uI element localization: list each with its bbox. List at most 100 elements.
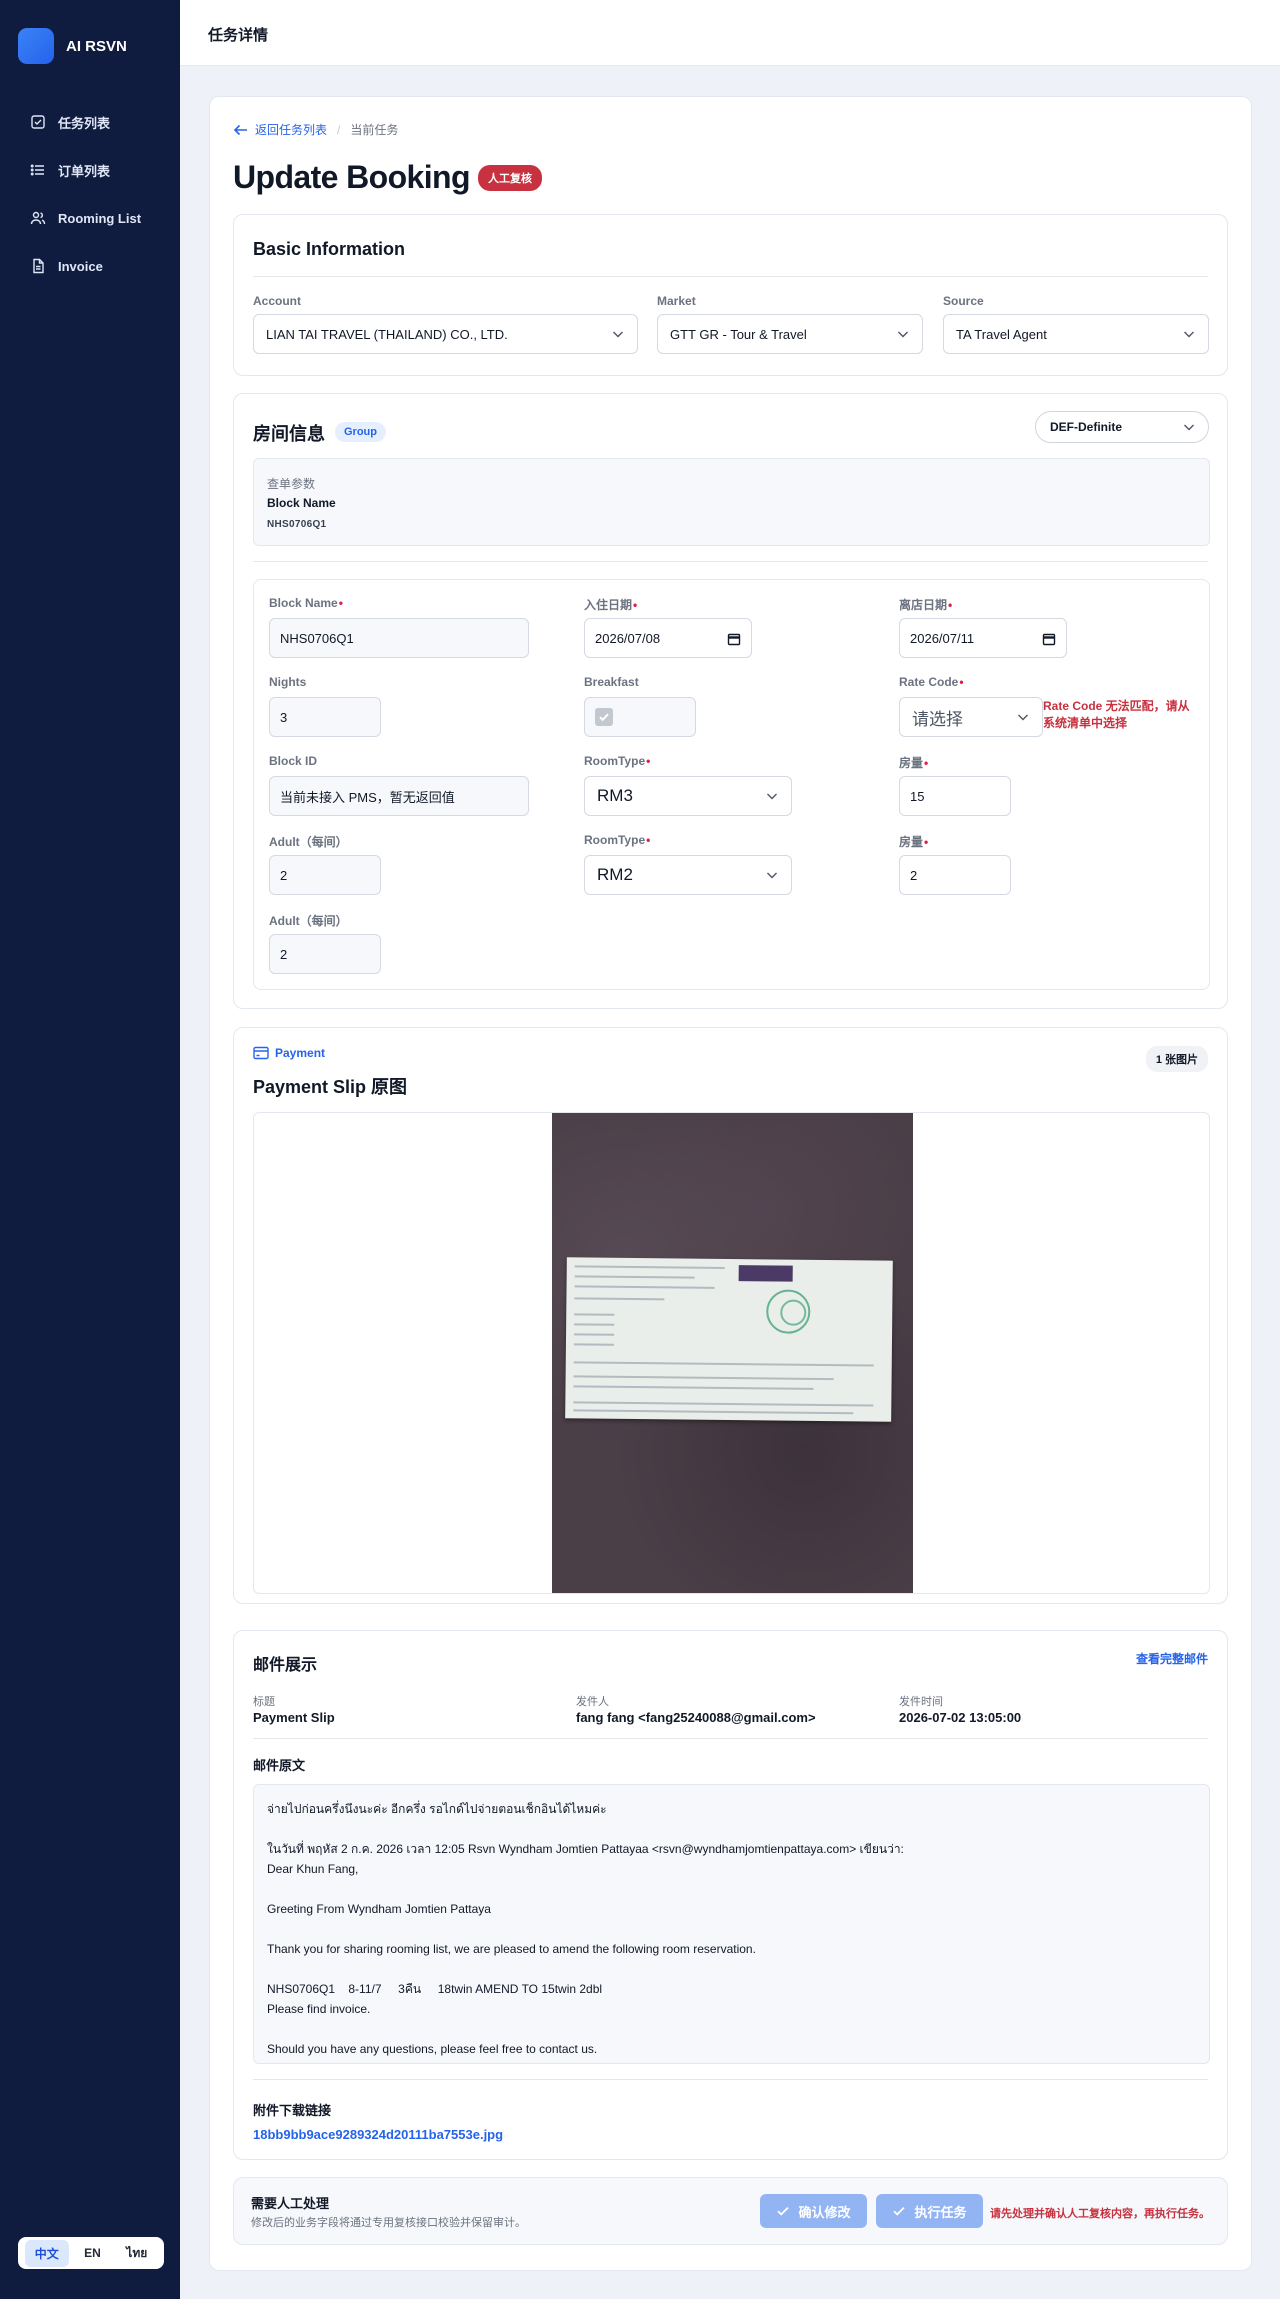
receipt-line — [574, 1285, 715, 1289]
block-id-label: Block ID — [269, 754, 318, 768]
receipt-line — [573, 1409, 854, 1415]
roomtype-1-select[interactable]: RM3 — [584, 776, 792, 816]
nights-label: Nights — [269, 675, 307, 689]
back-link-label: 返回任务列表 — [255, 123, 328, 137]
query-param-name: Block Name — [267, 496, 336, 510]
receipt-stamp — [780, 1299, 807, 1326]
page-title: Update Booking — [233, 159, 471, 195]
topbar-title: 任务详情 — [208, 27, 269, 44]
sidebar-item-rooming-list[interactable]: Rooming List — [0, 194, 180, 242]
qty-2-label: 房量• — [899, 833, 928, 850]
chevron-down-icon — [767, 872, 777, 879]
mail-section: 邮件展示 查看完整邮件 标题 Payment Slip 发件人 fang fan… — [233, 1630, 1228, 2160]
subject-value: Payment Slip — [253, 1710, 335, 1725]
check-icon — [599, 713, 609, 722]
qty-2-input[interactable]: 2 — [899, 855, 1011, 895]
mail-line: NHS0706Q1 8-11/7 3คืน 18twin AMEND TO 15… — [267, 1982, 603, 1996]
room-information-title: 房间信息 — [253, 424, 325, 444]
payment-section: Payment 1 张图片 Payment Slip 原图 — [233, 1027, 1228, 1604]
market-select[interactable]: GTT GR - Tour & Travel — [657, 314, 923, 354]
roomtype-1-label-text: RoomType — [584, 754, 646, 768]
breakfast-checkbox[interactable] — [595, 708, 613, 726]
credit-card-icon — [253, 1046, 269, 1060]
nights-input[interactable]: 3 — [269, 697, 381, 737]
divider — [253, 2079, 1208, 2080]
source-select[interactable]: TA Travel Agent — [943, 314, 1209, 354]
execute-task-button[interactable]: 执行任务 — [876, 2194, 983, 2228]
language-switcher: 中文 EN ไทย — [18, 2237, 164, 2269]
basic-information-title: Basic Information — [253, 239, 406, 259]
sidebar-item-invoice[interactable]: Invoice — [0, 242, 180, 290]
block-name-input[interactable]: NHS0706Q1 — [269, 618, 529, 658]
attachment-download-link[interactable]: 18bb9bb9ace9289324d20111ba7553e.jpg — [253, 2127, 503, 2142]
block-name-label: Block Name• — [269, 596, 343, 610]
rate-code-warning: Rate Code 无法匹配，请从系统清单中选择 — [1043, 699, 1190, 730]
lang-th[interactable]: ไทย — [116, 2239, 157, 2268]
lang-zh[interactable]: 中文 — [24, 2239, 69, 2267]
lang-en[interactable]: EN — [74, 2241, 111, 2265]
confirm-changes-button[interactable]: 确认修改 — [760, 2194, 867, 2228]
checkin-date-input[interactable]: 2026/07/08 — [584, 618, 752, 658]
checkout-date-value: 2026/07/11 — [910, 630, 975, 646]
market-label: Market — [657, 294, 696, 308]
chevron-down-icon — [1184, 331, 1194, 338]
manual-review-badge: 人工复核 — [478, 165, 542, 191]
check-icon — [893, 2206, 906, 2216]
qty-1-input[interactable]: 15 — [899, 776, 1011, 816]
adult-1-input[interactable]: 2 — [269, 855, 381, 895]
roomtype-2-select[interactable]: RM2 — [584, 855, 792, 895]
account-value: LIAN TAI TRAVEL (THAILAND) CO., LTD. — [266, 326, 508, 342]
task-detail-card: 返回任务列表 / 当前任务 Update Booking 人工复核 Basic … — [209, 96, 1252, 2271]
adult-2-input[interactable]: 2 — [269, 934, 381, 974]
checkout-label-text: 离店日期 — [899, 598, 948, 612]
room-information-section: 房间信息 Group DEF-Definite 查单参数 Block Name … — [233, 393, 1228, 1009]
basic-information-section: Basic Information Account LIAN TAI TRAVE… — [233, 214, 1228, 376]
breadcrumb-current: 当前任务 — [350, 123, 399, 137]
qty-1-label: 房量• — [899, 754, 928, 771]
market-value: GTT GR - Tour & Travel — [670, 326, 807, 342]
breadcrumb-separator: / — [337, 122, 341, 137]
receipt-header-band — [738, 1265, 793, 1282]
booking-status-select[interactable]: DEF-Definite — [1035, 411, 1209, 443]
required-mark: • — [948, 598, 953, 612]
receipt-line — [574, 1313, 615, 1316]
receipt-line — [574, 1333, 615, 1336]
receipt-line — [574, 1297, 665, 1301]
mail-line: Should you have any questions, please fe… — [267, 2042, 598, 2056]
divider — [253, 276, 1208, 277]
adult-2-value: 2 — [280, 946, 288, 962]
checkout-label: 离店日期• — [899, 596, 952, 613]
manual-action-description: 修改后的业务字段将通过专用复核接口校验并保留审计。 — [251, 2217, 526, 2229]
block-name-label-text: Block Name — [269, 596, 338, 610]
account-select[interactable]: LIAN TAI TRAVEL (THAILAND) CO., LTD. — [253, 314, 638, 354]
sidebar-item-tasks[interactable]: 任务列表 — [0, 98, 180, 146]
required-mark: • — [646, 833, 651, 847]
manual-action-title: 需要人工处理 — [251, 2196, 330, 2211]
block-name-value: NHS0706Q1 — [280, 630, 354, 646]
topbar: 任务详情 — [180, 0, 1280, 66]
query-param-value: NHS0706Q1 — [267, 519, 327, 530]
breakfast-label: Breakfast — [584, 675, 639, 689]
payment-slip-image[interactable] — [552, 1113, 913, 1593]
back-to-task-list-link[interactable]: 返回任务列表 — [233, 121, 327, 138]
block-id-input[interactable]: 当前未接入 PMS，暂无返回值 — [269, 776, 529, 816]
rate-code-label: Rate Code• — [899, 675, 964, 689]
mail-line: จ่ายไปก่อนครึ่งนึงนะค่ะ อีกครึ่ง รอไกด์ไ… — [267, 1802, 607, 1816]
rate-code-select[interactable]: 请选择 — [899, 697, 1043, 737]
checkout-date-input[interactable]: 2026/07/11 — [899, 618, 1067, 658]
image-count-badge: 1 张图片 — [1145, 1046, 1208, 1072]
brand: AI RSVN — [18, 28, 127, 64]
execute-warning: 请先处理并确认人工复核内容，再执行任务。 — [990, 2208, 1210, 2220]
view-full-mail-link[interactable]: 查看完整邮件 — [1136, 1650, 1208, 1667]
mail-line: Dear Khun Fang, — [267, 1862, 359, 1876]
manual-action-bar: 需要人工处理 修改后的业务字段将通过专用复核接口校验并保留审计。 确认修改 执行… — [233, 2177, 1228, 2245]
mail-line: Please find invoice. — [267, 2002, 371, 2016]
sidebar-item-orders[interactable]: 订单列表 — [0, 146, 180, 194]
divider — [253, 561, 1208, 562]
roomtype-2-label-text: RoomType — [584, 833, 646, 847]
checkin-label-text: 入住日期 — [584, 598, 633, 612]
sidebar-item-label: Invoice — [58, 258, 103, 274]
checkin-label: 入住日期• — [584, 596, 637, 613]
payment-tag-label: Payment — [275, 1046, 326, 1060]
attachment-title: 附件下载链接 — [253, 2103, 332, 2118]
